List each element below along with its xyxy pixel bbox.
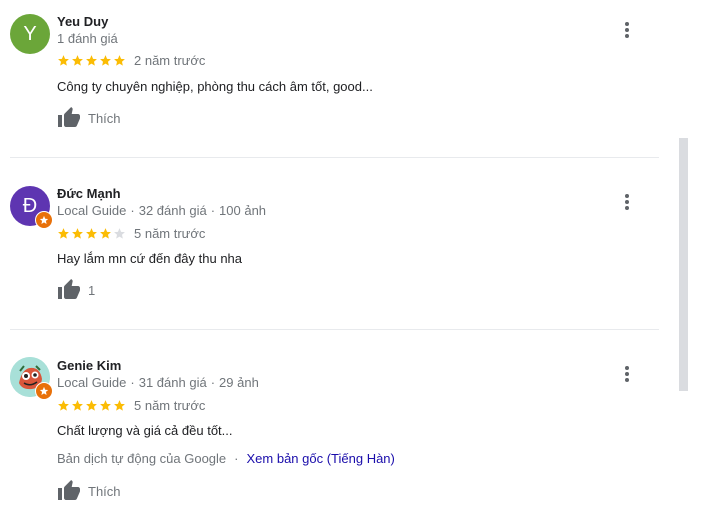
local-guide-label: Local Guide (57, 375, 127, 390)
review-time: 5 năm trước (134, 226, 206, 241)
star-icon (85, 399, 98, 412)
more-options-button[interactable] (617, 192, 637, 212)
star-rating (57, 399, 127, 412)
reviewer-name[interactable]: Genie Kim (57, 358, 121, 373)
rating-row: 5 năm trước (57, 226, 205, 241)
thumb-up-icon (57, 106, 81, 130)
star-icon (99, 399, 112, 412)
more-vert-icon (625, 366, 629, 370)
review-count: 1 đánh giá (57, 31, 118, 46)
photo-count: 100 ảnh (219, 203, 267, 218)
review-text: Chất lượng và giá cả đều tốt... (57, 423, 233, 438)
star-icon (57, 399, 70, 412)
local-guide-star-icon (35, 211, 53, 229)
auto-translate-label: Bản dịch tự động của Google (57, 451, 227, 466)
meta-separator: · (210, 203, 216, 218)
star-icon (71, 227, 84, 240)
reviewer-meta: Local Guide · 32 đánh giá · 100 ảnh (57, 203, 266, 218)
review-count: 31 đánh giá (138, 375, 207, 390)
more-options-button[interactable] (617, 20, 637, 40)
star-rating (57, 227, 127, 240)
meta-separator: · (130, 375, 135, 390)
thumb-up-icon (57, 479, 81, 503)
reviewer-meta: 1 đánh giá (57, 31, 118, 46)
more-vert-icon (625, 194, 629, 198)
like-label: Thích (88, 110, 121, 126)
scrollbar[interactable] (679, 138, 688, 391)
star-icon (57, 54, 70, 67)
thumb-up-icon (57, 278, 81, 302)
star-icon (113, 54, 126, 67)
reviewer-meta: Local Guide · 31 đánh giá · 29 ảnh (57, 375, 259, 390)
review-count: 32 đánh giá (138, 203, 207, 218)
star-icon (99, 227, 112, 240)
see-original-link[interactable]: Xem bản gốc (Tiếng Hàn) (247, 451, 395, 466)
star-icon (113, 399, 126, 412)
meta-separator: · (210, 375, 216, 390)
more-options-button[interactable] (617, 364, 637, 384)
meta-separator: · (130, 203, 135, 218)
review-text: Công ty chuyên nghiệp, phòng thu cách âm… (57, 79, 373, 94)
rating-row: 5 năm trước (57, 398, 205, 413)
avatar[interactable]: Y (10, 14, 50, 54)
translate-separator: · (234, 451, 239, 466)
reviewer-name[interactable]: Đức Mạnh (57, 186, 121, 201)
like-button[interactable]: Thích (57, 479, 121, 503)
star-icon (85, 227, 98, 240)
reviewer-name[interactable]: Yeu Duy (57, 14, 108, 29)
star-icon (71, 399, 84, 412)
review-time: 5 năm trước (134, 398, 206, 413)
star-icon (85, 54, 98, 67)
rating-row: 2 năm trước (57, 53, 205, 68)
photo-count: 29 ảnh (219, 375, 259, 390)
local-guide-label: Local Guide (57, 203, 127, 218)
avatar[interactable] (10, 357, 53, 400)
avatar[interactable]: Đ (10, 186, 53, 229)
like-count: 1 (88, 282, 96, 298)
like-button[interactable]: 1 (57, 278, 95, 302)
divider (10, 329, 659, 330)
avatar-letter: Y (23, 23, 37, 45)
divider (10, 157, 659, 158)
star-rating (57, 54, 127, 67)
review-text: Hay lắm mn cứ đến đây thu nha (57, 251, 243, 266)
star-icon (71, 54, 84, 67)
local-guide-star-icon (35, 382, 53, 400)
translation-note: Bản dịch tự động của Google · Xem bản gốc … (57, 451, 395, 466)
star-icon (99, 54, 112, 67)
avatar-letter: Đ (22, 195, 38, 217)
star-icon (113, 227, 126, 240)
more-vert-icon (625, 22, 629, 26)
like-label: Thích (88, 483, 121, 499)
star-icon (57, 227, 70, 240)
review-time: 2 năm trước (134, 53, 206, 68)
like-button[interactable]: Thích (57, 106, 121, 130)
